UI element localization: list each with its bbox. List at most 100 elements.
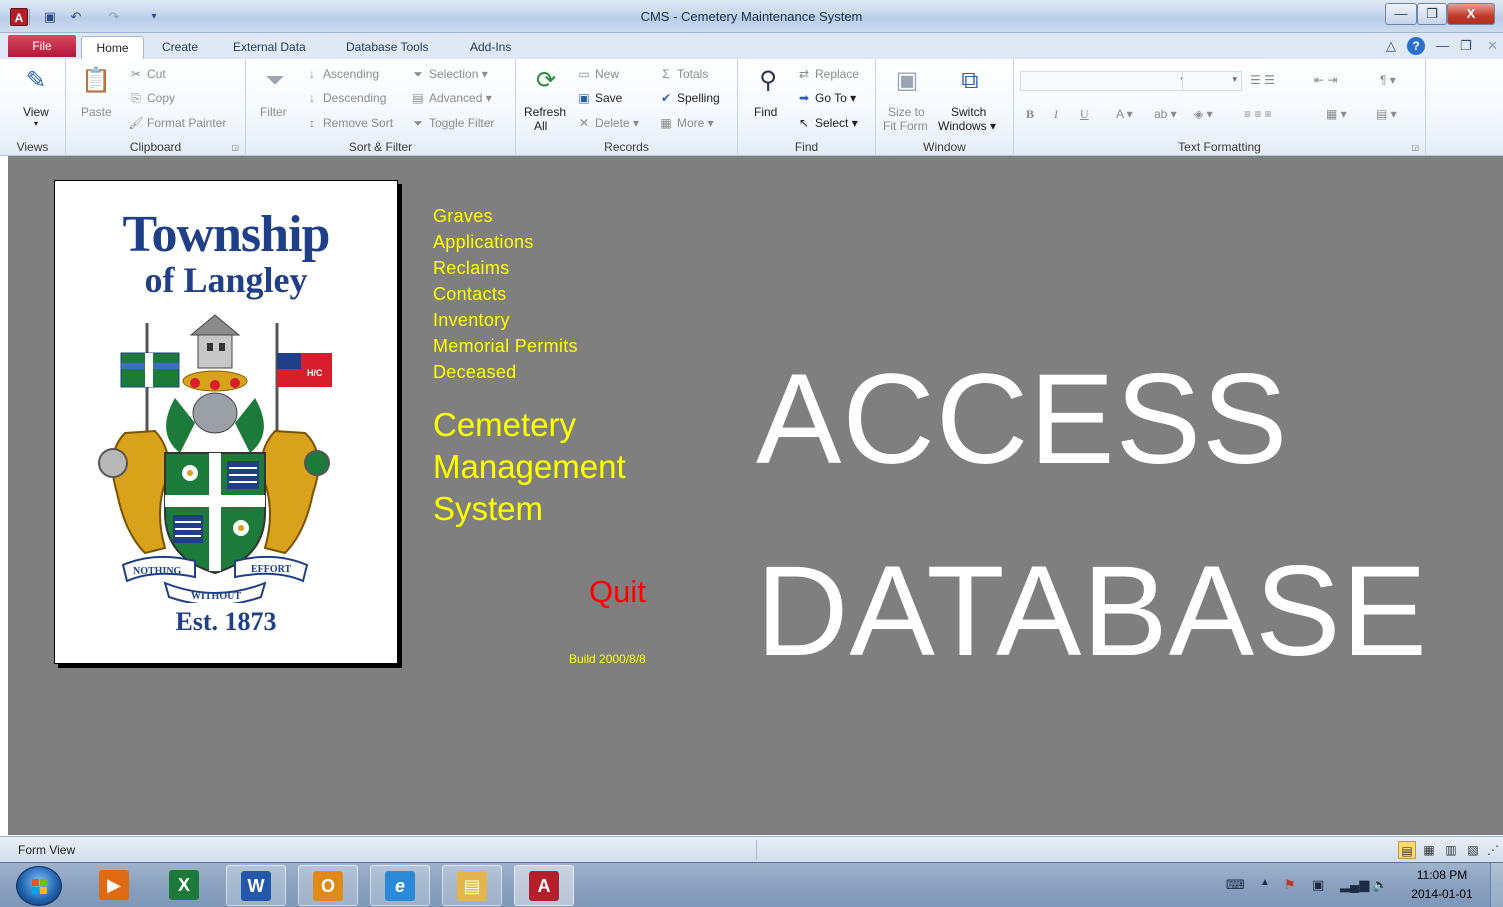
save-record-button[interactable]: ▣ Save xyxy=(576,91,622,105)
size-to-fit-icon[interactable]: ▣ xyxy=(891,65,923,97)
alternate-row-color-icon[interactable]: ▤ ▾ xyxy=(1376,107,1397,121)
menu-reclaims[interactable]: Reclaims xyxy=(433,258,509,279)
doc-minimize-icon[interactable]: — xyxy=(1436,38,1449,53)
ascending-button[interactable]: ↓ Ascending xyxy=(304,67,379,81)
design-view-icon[interactable]: ▧ xyxy=(1464,841,1482,859)
taskbar-word[interactable]: W xyxy=(226,865,286,906)
restore-button[interactable]: ❐ xyxy=(1417,3,1447,25)
spelling-button[interactable]: ✔ Spelling xyxy=(658,91,720,105)
minimize-button[interactable]: — xyxy=(1385,3,1417,25)
clock-time[interactable]: 11:08 PM xyxy=(1405,868,1479,882)
view-button[interactable]: View xyxy=(23,105,49,119)
highlight-icon[interactable]: ab ▾ xyxy=(1154,107,1177,121)
taskbar-outlook[interactable]: O xyxy=(298,865,358,906)
delete-record-button[interactable]: ✕ Delete ▾ xyxy=(576,116,639,130)
menu-contacts[interactable]: Contacts xyxy=(433,284,506,305)
menu-memorial-permits[interactable]: Memorial Permits xyxy=(433,336,578,357)
paste-icon[interactable]: 📋 xyxy=(80,65,112,97)
taskbar-internet-explorer[interactable]: e xyxy=(370,865,430,906)
tab-external-data[interactable]: External Data xyxy=(227,36,312,59)
sort-ascending-icon: ↓ xyxy=(309,67,315,81)
view-dropdown-icon[interactable]: ▾ xyxy=(34,119,38,128)
start-button[interactable] xyxy=(16,866,62,906)
form-view-icon[interactable]: ▤ xyxy=(1398,841,1416,859)
descending-button[interactable]: ↓ Descending xyxy=(304,91,386,105)
menu-deceased[interactable]: Deceased xyxy=(433,362,516,383)
bold-button[interactable]: B xyxy=(1026,107,1034,122)
refresh-all-button[interactable]: Refresh xyxy=(524,105,566,119)
signal-icon[interactable]: ▂▄▆ xyxy=(1340,877,1369,893)
menu-applications[interactable]: Applications xyxy=(433,232,534,253)
group-views: ✎ View ▾ Views xyxy=(0,59,66,156)
text-formatting-launcher-icon[interactable]: ◲ xyxy=(1411,143,1419,152)
format-painter-button[interactable]: 🖌 Format Painter xyxy=(128,116,226,130)
underline-button[interactable]: U xyxy=(1080,107,1089,122)
bullets-icon[interactable]: ☰ ☰ xyxy=(1250,73,1275,87)
align-icons[interactable]: ≡ ≡ ≡ xyxy=(1244,107,1272,121)
font-color-icon[interactable]: A ▾ xyxy=(1116,107,1133,121)
replace-button[interactable]: ⇄ Replace xyxy=(796,67,859,81)
tab-database-tools[interactable]: Database Tools xyxy=(340,36,435,59)
doc-close-icon[interactable]: ✕ xyxy=(1487,38,1498,54)
show-hidden-icons-icon[interactable]: ▲ xyxy=(1260,877,1270,888)
menu-inventory[interactable]: Inventory xyxy=(433,310,510,331)
filter-icon[interactable]: ⏷ xyxy=(259,65,291,97)
internet-explorer-icon: e xyxy=(385,871,415,901)
tab-file[interactable]: File xyxy=(8,35,76,57)
refresh-icon[interactable]: ⟳ xyxy=(530,65,562,97)
find-button[interactable]: Find xyxy=(754,105,777,119)
selection-button[interactable]: ⏷ Selection ▾ xyxy=(410,67,488,82)
taskbar-access[interactable]: A xyxy=(514,865,574,906)
filter-button[interactable]: Filter xyxy=(260,105,287,119)
help-icon[interactable]: ? xyxy=(1407,37,1425,55)
copy-button[interactable]: ⎘ Copy xyxy=(128,91,175,106)
datasheet-view-icon[interactable]: ▦ xyxy=(1420,841,1438,859)
new-record-button[interactable]: ▭ New xyxy=(576,67,619,81)
switch-windows-button[interactable]: Switch xyxy=(951,105,986,119)
taskbar-media-player[interactable]: ▶ xyxy=(84,865,144,906)
select-button[interactable]: ↖ Select ▾ xyxy=(796,116,858,130)
volume-icon[interactable]: 🔈 xyxy=(1372,877,1388,893)
switch-windows-icon[interactable]: ⧉ xyxy=(954,65,986,97)
more-button[interactable]: ▦ More ▾ xyxy=(658,116,713,130)
action-center-icon[interactable]: ⚑ xyxy=(1284,877,1296,893)
size-to-fit-form-button[interactable]: Size to xyxy=(888,105,925,119)
gridlines-icon[interactable]: ▦ ▾ xyxy=(1326,107,1347,121)
fill-color-icon[interactable]: ◈ ▾ xyxy=(1194,107,1213,121)
italic-button[interactable]: I xyxy=(1054,107,1058,122)
taskbar-file-explorer[interactable]: ▤ xyxy=(442,865,502,906)
cut-button[interactable]: ✂ Cut xyxy=(128,67,166,81)
toggle-filter-button[interactable]: ⏷ Toggle Filter xyxy=(410,116,494,131)
indent-icon[interactable]: ⇤ ⇥ xyxy=(1314,73,1337,87)
resize-grip-icon: ⋰ xyxy=(1487,843,1499,857)
tab-home[interactable]: Home xyxy=(81,36,144,59)
keyboard-icon[interactable]: ⌨ xyxy=(1226,877,1245,893)
save-record-icon: ▣ xyxy=(578,91,590,105)
ltr-icon[interactable]: ¶ ▾ xyxy=(1380,73,1396,87)
clipboard-launcher-icon[interactable]: ◲ xyxy=(231,143,239,152)
binoculars-icon[interactable]: ⚲ xyxy=(752,65,784,97)
delete-icon: ✕ xyxy=(578,116,590,130)
layout-view-icon[interactable]: ▥ xyxy=(1442,841,1460,859)
sigma-icon: Σ xyxy=(662,67,670,81)
close-button[interactable]: X xyxy=(1447,3,1495,25)
paste-button[interactable]: Paste xyxy=(81,105,112,119)
clock-date[interactable]: 2014-01-01 xyxy=(1405,887,1479,901)
font-name-combo[interactable]: ▾ xyxy=(1020,71,1190,91)
advanced-button[interactable]: ▤ Advanced ▾ xyxy=(410,91,491,105)
minimize-ribbon-icon[interactable]: △ xyxy=(1386,38,1396,54)
go-to-button[interactable]: ➡ Go To ▾ xyxy=(796,91,856,105)
show-desktop-button[interactable] xyxy=(1490,863,1503,907)
font-size-combo[interactable]: ▾ xyxy=(1182,71,1242,91)
tab-add-ins[interactable]: Add-Ins xyxy=(464,36,517,59)
network-device-icon[interactable]: ▣ xyxy=(1312,877,1324,893)
view-icon[interactable]: ✎ xyxy=(20,65,52,97)
menu-graves[interactable]: Graves xyxy=(433,206,493,227)
remove-sort-button[interactable]: ↕ Remove Sort xyxy=(304,116,393,130)
tab-create[interactable]: Create xyxy=(156,36,204,59)
status-separator xyxy=(756,840,757,860)
doc-restore-icon[interactable]: ❐ xyxy=(1460,38,1472,54)
taskbar-excel[interactable]: X xyxy=(154,865,214,906)
quit-button[interactable]: Quit xyxy=(589,574,646,610)
totals-button[interactable]: Σ Totals xyxy=(658,67,708,81)
